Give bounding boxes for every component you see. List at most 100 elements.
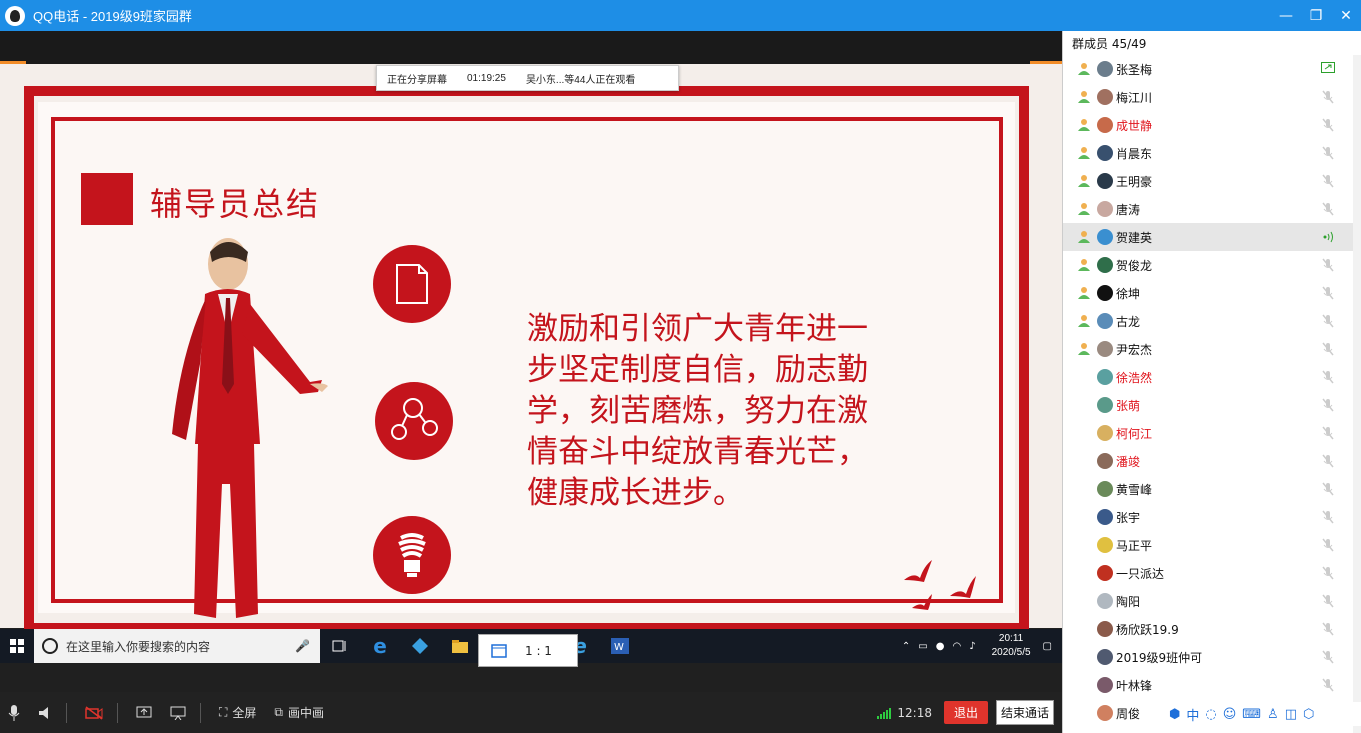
tray-chevron-icon[interactable]: ⌃ [902,641,910,652]
member-row[interactable]: 叶林锋 [1063,671,1361,699]
muted-mic-icon[interactable] [1321,622,1335,636]
member-row[interactable]: 杨欣跃19.9 [1063,615,1361,643]
muted-mic-icon[interactable] [1321,650,1335,664]
camera-off-icon [85,705,103,720]
volume-icon[interactable]: ♪ [969,641,975,652]
taskbar-search-box[interactable]: 在这里输入你要搜索的内容 🎤 [34,629,320,663]
member-row[interactable]: 徐坤 [1063,279,1361,307]
fullscreen-button[interactable]: ⛶ 全屏 [219,704,256,721]
muted-mic-icon[interactable] [1321,370,1335,384]
ratio-label: 1 : 1 [525,643,552,658]
muted-mic-icon[interactable] [1321,426,1335,440]
clock-time: 20:11 [998,633,1024,644]
ratio-popup[interactable]: 1 : 1 [478,634,578,667]
muted-mic-icon[interactable] [1321,510,1335,524]
member-row[interactable]: 2019级9班仲可 [1063,643,1361,671]
muted-mic-icon[interactable] [1321,538,1335,552]
member-row[interactable]: 贺建英 [1063,223,1361,251]
member-name: 张圣梅 [1116,62,1153,77]
member-row[interactable]: 古龙 [1063,307,1361,335]
muted-mic-icon[interactable] [1321,286,1335,300]
edge-icon[interactable]: e [360,629,400,663]
member-row[interactable]: 陶阳 [1063,587,1361,615]
restore-icon[interactable]: ❐ [1301,0,1331,31]
muted-mic-icon[interactable] [1321,482,1335,496]
qq-logo-icon [5,5,25,26]
word-icon[interactable]: W [600,629,640,663]
ime-skin-icon[interactable]: ◫ [1285,707,1297,722]
muted-mic-icon[interactable] [1321,566,1335,580]
muted-mic-icon[interactable] [1321,342,1335,356]
notification-icon[interactable]: ▢ [1043,641,1052,652]
minimize-icon[interactable]: — [1271,0,1301,31]
member-name: 柯何江 [1116,426,1153,441]
pip-button[interactable]: ⧉ 画中画 [274,704,324,721]
muted-mic-icon[interactable] [1321,202,1335,216]
member-row[interactable]: 王明豪 [1063,167,1361,195]
member-row[interactable]: 张圣梅 [1063,55,1361,83]
member-row[interactable]: 张萌 [1063,391,1361,419]
avatar [1097,621,1113,637]
task-view-icon[interactable] [320,629,360,663]
muted-mic-icon[interactable] [1321,454,1335,468]
member-list-scrollbar[interactable] [1353,55,1361,733]
camera-button[interactable] [85,705,103,720]
ime-settings-icon[interactable]: ⬡ [1303,707,1314,722]
member-row[interactable]: 黄雪峰 [1063,475,1361,503]
member-row[interactable]: 徐浩然 [1063,363,1361,391]
ime-user-icon[interactable]: ♙ [1267,707,1279,722]
battery-icon[interactable]: ▭ [918,641,927,652]
muted-mic-icon[interactable] [1321,398,1335,412]
muted-mic-icon[interactable] [1321,146,1335,160]
member-row[interactable]: 张宇 [1063,503,1361,531]
viewer-count: 吴小东...等44人正在观看 [525,74,636,86]
close-icon[interactable]: ✕ [1331,0,1361,31]
ime-keyboard-icon[interactable]: ⌨ [1242,707,1261,722]
muted-mic-icon[interactable] [1321,258,1335,272]
microphone-button[interactable] [8,704,20,721]
end-call-button[interactable]: 结束通话 [995,700,1054,725]
speaking-icon[interactable] [1321,230,1335,244]
app-diamond-icon[interactable] [400,629,440,663]
member-row[interactable]: 肖晨东 [1063,139,1361,167]
microphone-icon[interactable]: 🎤 [295,639,310,653]
avatar [1097,425,1113,441]
muted-mic-icon[interactable] [1321,314,1335,328]
muted-mic-icon[interactable] [1321,594,1335,608]
muted-mic-icon[interactable] [1321,90,1335,104]
ime-logo-icon[interactable]: ⬢ [1169,707,1180,722]
member-row[interactable]: 马正平 [1063,531,1361,559]
member-row[interactable]: 柯何江 [1063,419,1361,447]
avatar [1097,89,1113,105]
member-row[interactable]: 尹宏杰 [1063,335,1361,363]
share-screen-button[interactable] [136,706,152,720]
file-explorer-icon[interactable] [440,629,480,663]
taskbar-clock[interactable]: 20:11 2020/5/5 [992,632,1031,660]
member-row[interactable]: 贺俊龙 [1063,251,1361,279]
ime-punct-icon[interactable]: ◌ [1205,707,1216,722]
qq-tray-icon[interactable]: ● [936,641,945,652]
member-name: 潘竣 [1116,454,1141,469]
muted-mic-icon[interactable] [1321,174,1335,188]
windows-start-icon[interactable] [0,629,34,663]
screen-sharing-icon[interactable] [1321,62,1335,76]
ime-emoji-icon[interactable]: ☺ [1223,707,1237,722]
member-row[interactable]: 潘竣 [1063,447,1361,475]
speaker-button[interactable] [38,706,52,720]
member-row[interactable]: 梅江川 [1063,83,1361,111]
whiteboard-button[interactable] [170,706,186,720]
member-row[interactable]: 成世静 [1063,111,1361,139]
muted-mic-icon[interactable] [1321,678,1335,692]
member-row[interactable]: 唐涛 [1063,195,1361,223]
window-icon [491,643,507,658]
member-name: 肖晨东 [1116,146,1153,161]
ime-mode[interactable]: 中 [1186,705,1199,724]
member-row[interactable]: 一只派达 [1063,559,1361,587]
member-name: 叶林锋 [1116,678,1153,693]
muted-mic-icon[interactable] [1321,118,1335,132]
online-user-icon [1077,230,1091,244]
bulb-circle [373,516,451,594]
exit-button[interactable]: 退出 [943,701,988,724]
wifi-icon[interactable]: ◠ [952,641,961,652]
online-user-icon [1077,118,1091,132]
